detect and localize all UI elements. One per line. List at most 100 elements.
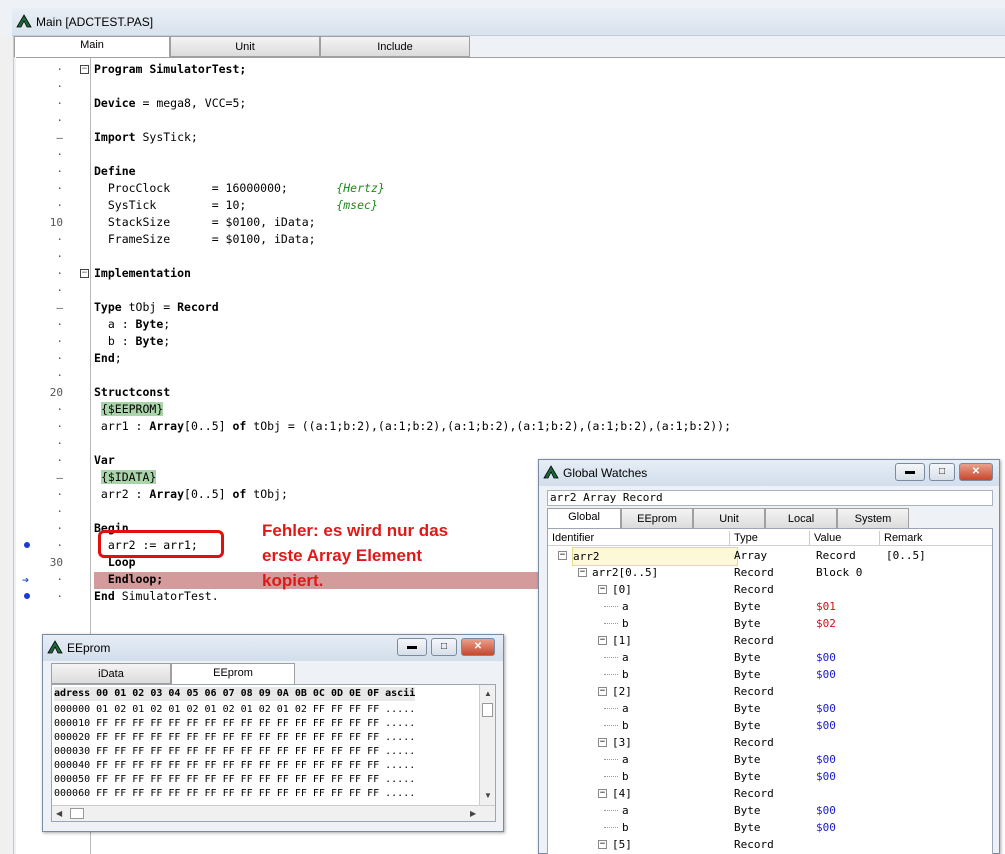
expand-toggle-icon[interactable]: − xyxy=(598,636,607,645)
watch-row[interactable]: a Byte $00 xyxy=(548,649,992,666)
expand-toggle-icon[interactable]: − xyxy=(598,738,607,747)
column-header-identifier[interactable]: Identifier xyxy=(548,531,730,545)
gutter-row[interactable]: · xyxy=(16,486,91,503)
watch-row[interactable]: a Byte $00 xyxy=(548,700,992,717)
tab-include[interactable]: Include xyxy=(320,36,470,57)
tab-main[interactable]: Main xyxy=(14,36,170,58)
gutter-row[interactable]: · xyxy=(16,163,91,180)
gutter-row[interactable]: – xyxy=(16,299,91,316)
watches-title-bar[interactable]: Global Watches ▬ □ ✕ xyxy=(539,460,999,486)
column-header-value[interactable]: Value xyxy=(810,531,880,545)
expand-toggle-icon[interactable]: − xyxy=(598,840,607,849)
watch-row[interactable]: b Byte $00 xyxy=(548,768,992,785)
gutter-row[interactable]: – xyxy=(16,129,91,146)
gutter-row[interactable]: · xyxy=(16,180,91,197)
watch-row[interactable]: − [2] Record xyxy=(548,683,992,700)
scroll-right-icon[interactable]: ▶ xyxy=(470,809,476,818)
value-cell[interactable]: $00 xyxy=(816,768,836,785)
watch-row[interactable]: − [4] Record xyxy=(548,785,992,802)
maximize-button[interactable]: □ xyxy=(929,463,955,481)
tab-idata[interactable]: iData xyxy=(51,663,171,684)
eeprom-title-bar[interactable]: EEprom ▬ □ ✕ xyxy=(43,635,503,661)
scroll-down-icon[interactable]: ▼ xyxy=(484,791,492,800)
maximize-button[interactable]: □ xyxy=(431,638,457,656)
fold-toggle-icon[interactable]: − xyxy=(80,269,89,278)
column-header-remark[interactable]: Remark xyxy=(880,531,992,545)
gutter-row[interactable]: · ➔ xyxy=(16,571,91,588)
gutter-row[interactable]: · xyxy=(16,367,91,384)
breakpoint-dot-icon[interactable] xyxy=(24,593,30,599)
gutter-row[interactable]: · xyxy=(16,435,91,452)
gutter-row[interactable]: · xyxy=(16,401,91,418)
tab-unit[interactable]: Unit xyxy=(693,508,765,529)
watch-row[interactable]: − arr2 Array Record [0..5] xyxy=(548,547,992,566)
gutter-row[interactable]: · xyxy=(16,78,91,95)
watch-row[interactable]: a Byte $00 xyxy=(548,751,992,768)
minimize-button[interactable]: ▬ xyxy=(397,638,427,656)
value-cell[interactable]: $00 xyxy=(816,649,836,666)
tab-unit[interactable]: Unit xyxy=(170,36,320,57)
gutter-row[interactable]: · xyxy=(16,146,91,163)
gutter-row[interactable]: · xyxy=(16,350,91,367)
fold-toggle-icon[interactable]: − xyxy=(80,65,89,74)
gutter-row[interactable]: 30 xyxy=(16,554,91,571)
watch-row[interactable]: a Byte $01 xyxy=(548,598,992,615)
gutter-row[interactable]: · − xyxy=(16,61,91,78)
value-cell[interactable]: $01 xyxy=(816,598,836,615)
gutter-row[interactable]: 20 xyxy=(16,384,91,401)
minimize-button[interactable]: ▬ xyxy=(895,463,925,481)
scroll-up-icon[interactable]: ▲ xyxy=(484,689,492,698)
column-header-type[interactable]: Type xyxy=(730,531,810,545)
gutter-row[interactable]: · xyxy=(16,112,91,129)
expand-toggle-icon[interactable]: − xyxy=(598,789,607,798)
expand-toggle-icon[interactable]: − xyxy=(598,687,607,696)
value-cell[interactable]: $02 xyxy=(816,615,836,632)
watch-row[interactable]: b Byte $00 xyxy=(548,819,992,836)
gutter-row[interactable]: · xyxy=(16,452,91,469)
close-button[interactable]: ✕ xyxy=(959,463,993,481)
gutter-row[interactable]: · xyxy=(16,282,91,299)
watch-row[interactable]: b Byte $00 xyxy=(548,666,992,683)
value-cell[interactable]: $00 xyxy=(816,819,836,836)
watch-row[interactable]: − [3] Record xyxy=(548,734,992,751)
gutter-row[interactable]: · xyxy=(16,503,91,520)
breakpoint-dot-icon[interactable] xyxy=(24,542,30,548)
value-cell[interactable]: $00 xyxy=(816,700,836,717)
gutter-row[interactable]: · − xyxy=(16,265,91,282)
gutter-row[interactable]: · xyxy=(16,418,91,435)
horizontal-scrollbar[interactable]: ◀ ▶ xyxy=(52,805,495,821)
value-cell[interactable]: $00 xyxy=(816,717,836,734)
value-cell[interactable]: $00 xyxy=(816,802,836,819)
expand-toggle-icon[interactable]: − xyxy=(578,568,587,577)
watch-tree[interactable]: Identifier Type Value Remark − arr2 Array R… xyxy=(547,528,993,854)
gutter-row[interactable]: · xyxy=(16,248,91,265)
scroll-left-icon[interactable]: ◀ xyxy=(56,809,62,818)
watch-row[interactable]: a Byte $00 xyxy=(548,802,992,819)
gutter-row[interactable]: · xyxy=(16,316,91,333)
watch-row[interactable]: − [5] Record xyxy=(548,836,992,853)
gutter-row[interactable]: · xyxy=(16,231,91,248)
gutter-row[interactable]: · xyxy=(16,537,91,554)
tab-local[interactable]: Local xyxy=(765,508,837,529)
tab-eeprom[interactable]: EEprom xyxy=(621,508,693,529)
expand-toggle-icon[interactable]: − xyxy=(598,585,607,594)
gutter-row[interactable]: · xyxy=(16,588,91,605)
value-cell[interactable]: $00 xyxy=(816,666,836,683)
left-splitter[interactable] xyxy=(0,36,14,854)
tab-eeprom[interactable]: EEprom xyxy=(171,663,295,685)
watch-row[interactable]: b Byte $02 xyxy=(548,615,992,632)
vertical-scrollbar[interactable]: ▲ ▼ xyxy=(479,685,495,805)
scroll-thumb[interactable] xyxy=(70,808,84,819)
value-cell[interactable]: Record xyxy=(816,547,856,564)
expand-toggle-icon[interactable]: − xyxy=(558,551,567,560)
watch-row[interactable]: − [1] Record xyxy=(548,632,992,649)
gutter-row[interactable]: – xyxy=(16,469,91,486)
close-button[interactable]: ✕ xyxy=(461,638,495,656)
gutter-row[interactable]: · xyxy=(16,520,91,537)
gutter-row[interactable]: · xyxy=(16,95,91,112)
tab-system[interactable]: System xyxy=(837,508,909,529)
gutter-row[interactable]: · xyxy=(16,333,91,350)
watch-row[interactable]: − [0] Record xyxy=(548,581,992,598)
value-cell[interactable]: $00 xyxy=(816,751,836,768)
scroll-thumb[interactable] xyxy=(482,703,493,717)
